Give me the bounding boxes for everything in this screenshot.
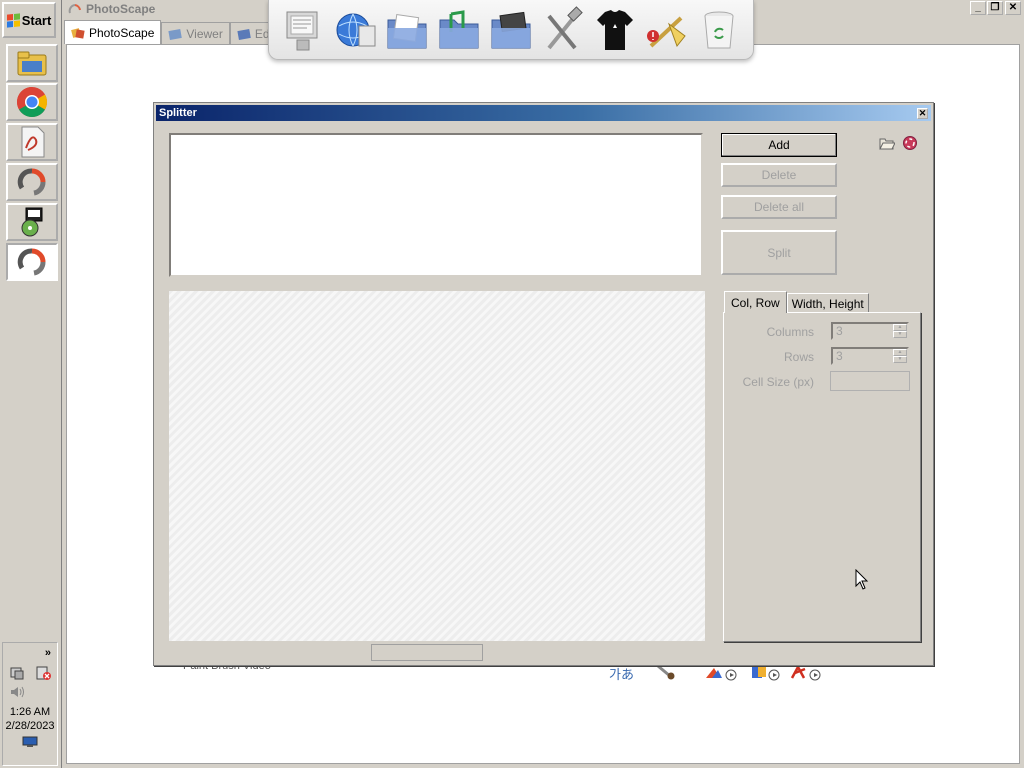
minimize-button[interactable]: _ — [970, 1, 986, 15]
system-tray: » 1:26 AM 2/28/2023 — [2, 642, 58, 766]
dock-tshirt[interactable] — [593, 5, 637, 55]
taskbar-photoscape-button[interactable] — [6, 163, 58, 201]
photoscape-title: PhotoScape — [86, 2, 156, 16]
delete-all-button[interactable]: Delete all — [721, 195, 837, 219]
tab-col-row[interactable]: Col, Row — [724, 291, 787, 313]
options-panel: Columns 3 ▲ ▼ Rows 3 ▲ ▼ Cell Size (px) — [723, 312, 921, 642]
chrome-icon — [16, 87, 48, 118]
splitter-dialog: Splitter ✕ Add Delete Delete all Split C… — [153, 102, 934, 666]
split-button[interactable]: Split — [721, 230, 837, 275]
dock-documents[interactable] — [385, 5, 429, 55]
photoscape-tab-icon — [71, 27, 85, 39]
preview-horizontal-scrollbar[interactable] — [371, 644, 483, 661]
rows-value: 3 — [836, 349, 843, 363]
network-icon[interactable] — [9, 665, 25, 681]
slideshow-tool-icon[interactable] — [750, 664, 784, 682]
taskbar-chrome-button[interactable] — [6, 83, 58, 121]
preview-area[interactable] — [169, 291, 705, 641]
cleanup-broom-icon — [647, 16, 686, 47]
dock-monitor[interactable] — [281, 5, 325, 55]
delete-button[interactable]: Delete — [721, 163, 837, 187]
editor-tab-icon — [237, 28, 251, 40]
columns-label: Columns — [766, 325, 814, 339]
start-label: Start — [21, 12, 52, 28]
cell-size-field[interactable] — [830, 371, 910, 391]
pdf-document-icon — [21, 126, 45, 158]
text-tool-icon[interactable]: 가あ — [609, 664, 634, 683]
columns-spin-arrows[interactable]: ▲ ▼ — [893, 324, 907, 338]
tab-label: Viewer — [186, 26, 223, 41]
music-folder-icon — [439, 9, 479, 48]
taskbar: Start » 1:26 AM 2/28/2023 — [0, 0, 62, 768]
recycle-bin-icon — [704, 11, 734, 48]
volume-icon[interactable] — [9, 685, 27, 699]
pictures-folder-icon — [491, 11, 531, 48]
documents-folder-icon — [387, 13, 427, 48]
tray-expand-button[interactable]: » — [3, 647, 57, 659]
columns-value: 3 — [836, 324, 843, 338]
show-desktop-icon[interactable] — [22, 736, 38, 748]
start-button[interactable]: Start — [2, 2, 56, 38]
paint-brush-icon[interactable] — [656, 664, 678, 680]
folder-icon — [17, 51, 47, 76]
rows-spinner[interactable]: 3 ▲ ▼ — [831, 347, 909, 365]
dock-bar — [268, 0, 754, 60]
animation-tool-icon[interactable] — [789, 664, 823, 682]
photoscape-icon — [17, 168, 46, 196]
tools-icon — [547, 5, 583, 49]
network-globe-icon — [336, 13, 376, 46]
clock-date[interactable]: 2/28/2023 — [3, 720, 57, 732]
help-icon[interactable] — [903, 136, 917, 150]
network-disconnected-icon[interactable] — [36, 665, 52, 681]
dock-broom[interactable] — [645, 5, 689, 55]
splitter-close-button[interactable]: ✕ — [917, 108, 928, 119]
dock-music[interactable] — [437, 5, 481, 55]
rows-spin-arrows[interactable]: ▲ ▼ — [893, 349, 907, 363]
taskbar-pdf-button[interactable] — [6, 123, 58, 161]
photoscape-app-icon — [68, 4, 81, 14]
tshirt-icon — [597, 9, 633, 50]
photoscape-icon — [17, 248, 46, 276]
dock-network[interactable] — [333, 5, 377, 55]
dock-recycle-bin[interactable] — [697, 5, 741, 55]
taskbar-installer-button[interactable] — [6, 203, 58, 241]
mouse-pointer-icon — [855, 569, 869, 590]
dock-tools[interactable] — [541, 5, 585, 55]
tab-viewer[interactable]: Viewer — [161, 22, 230, 44]
options-tab-strip: Col, Row Width, Height — [724, 291, 869, 313]
close-button[interactable]: ✕ — [1005, 1, 1021, 15]
rows-label: Rows — [783, 350, 814, 364]
restore-button[interactable]: ❐ — [987, 1, 1003, 15]
columns-spinner[interactable]: 3 ▲ ▼ — [831, 322, 909, 340]
video-tool-icon[interactable] — [704, 664, 738, 682]
windows-flag-icon — [6, 12, 20, 28]
cell-size-label: Cell Size (px) — [742, 375, 814, 389]
taskbar-explorer-button[interactable] — [6, 44, 58, 82]
open-folder-icon[interactable] — [879, 136, 895, 150]
splitter-title: Splitter — [159, 107, 197, 119]
tab-label: PhotoScape — [89, 25, 155, 40]
file-list[interactable] — [169, 133, 703, 277]
viewer-tab-icon — [168, 28, 183, 40]
installer-disc-icon — [21, 207, 43, 237]
dock-pictures[interactable] — [489, 5, 533, 55]
clock-time[interactable]: 1:26 AM — [3, 706, 57, 718]
splitter-titlebar[interactable]: Splitter ✕ — [156, 105, 931, 121]
tab-width-height[interactable]: Width, Height — [786, 293, 869, 313]
monitor-icon — [286, 11, 318, 50]
taskbar-photoscape-active-button[interactable] — [6, 243, 58, 281]
add-button[interactable]: Add — [721, 133, 837, 157]
tab-photoscape[interactable]: PhotoScape — [64, 20, 162, 44]
